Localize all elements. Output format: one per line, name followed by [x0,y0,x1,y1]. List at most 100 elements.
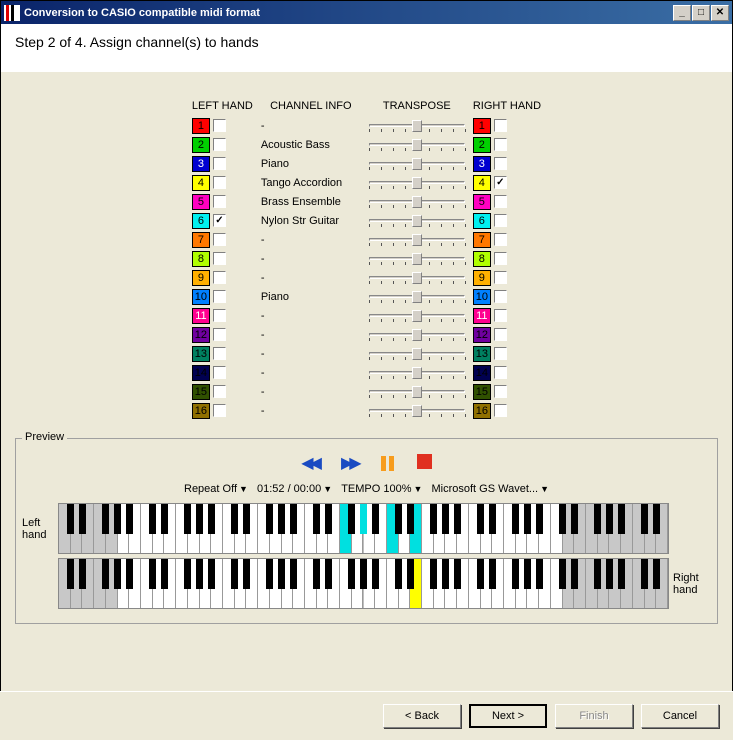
repeat-dropdown[interactable]: Repeat Off▼ [184,483,248,495]
transpose-slider[interactable] [369,290,465,304]
wizard-footer: < Back Next > Finish Cancel [0,691,733,740]
rewind-button[interactable]: ◀◀ [301,453,318,473]
right-hand-checkbox[interactable] [494,233,507,246]
channel-number: 16 [192,403,210,419]
right-hand-checkbox[interactable] [494,290,507,303]
channel-number: 14 [473,365,491,381]
left-hand-checkbox[interactable] [213,214,226,227]
right-hand-checkbox[interactable] [494,138,507,151]
back-button[interactable]: < Back [383,704,461,728]
left-hand-checkbox[interactable] [213,138,226,151]
channel-number: 8 [473,251,491,267]
channel-info-text: Piano [261,291,361,303]
channel-number: 14 [192,365,210,381]
transpose-slider[interactable] [369,252,465,266]
channel-number: 16 [473,403,491,419]
channel-info-text: - [261,120,361,132]
right-hand-checkbox[interactable] [494,309,507,322]
transpose-slider[interactable] [369,385,465,399]
left-hand-checkbox[interactable] [213,309,226,322]
channel-number: 1 [473,118,491,134]
tempo-dropdown[interactable]: TEMPO 100%▼ [341,483,422,495]
right-hand-checkbox[interactable] [494,214,507,227]
channel-number: 2 [192,137,210,153]
channel-info-text: - [261,310,361,322]
channel-number: 3 [192,156,210,172]
app-icon [4,5,20,21]
left-hand-checkbox[interactable] [213,366,226,379]
transpose-slider[interactable] [369,176,465,190]
right-hand-keyboard-label: Right hand [669,572,711,596]
transpose-slider[interactable] [369,271,465,285]
right-hand-checkbox[interactable] [494,404,507,417]
left-hand-checkbox[interactable] [213,347,226,360]
left-hand-checkbox[interactable] [213,233,226,246]
step-header: Step 2 of 4. Assign channel(s) to hands [1,24,732,72]
left-hand-checkbox[interactable] [213,385,226,398]
left-hand-checkbox[interactable] [213,404,226,417]
channel-number: 15 [473,384,491,400]
right-hand-checkbox[interactable] [494,119,507,132]
left-hand-checkbox[interactable] [213,252,226,265]
left-hand-keyboard[interactable] [58,503,669,554]
right-hand-checkbox[interactable] [494,366,507,379]
right-hand-checkbox[interactable] [494,252,507,265]
channel-number: 4 [473,175,491,191]
device-dropdown[interactable]: Microsoft GS Wavet...▼ [432,483,549,495]
pause-button[interactable] [381,456,394,471]
left-hand-keyboard-label: Left hand [22,517,58,541]
channel-number: 6 [473,213,491,229]
channel-number: 7 [192,232,210,248]
right-hand-checkbox[interactable] [494,271,507,284]
transpose-slider[interactable] [369,214,465,228]
channel-info-text: - [261,367,361,379]
left-hand-checkbox[interactable] [213,271,226,284]
channel-info-text: - [261,405,361,417]
transpose-slider[interactable] [369,347,465,361]
transpose-slider[interactable] [369,195,465,209]
close-button[interactable]: ✕ [711,5,729,21]
channel-info-text: - [261,386,361,398]
finish-button[interactable]: Finish [555,704,633,728]
channel-number: 7 [473,232,491,248]
left-hand-checkbox[interactable] [213,157,226,170]
transpose-slider[interactable] [369,328,465,342]
cancel-button[interactable]: Cancel [641,704,719,728]
fast-forward-button[interactable]: ▶▶ [341,453,358,473]
channel-number: 12 [192,327,210,343]
transpose-slider[interactable] [369,233,465,247]
right-hand-checkbox[interactable] [494,195,507,208]
stop-button[interactable] [417,454,432,472]
time-dropdown[interactable]: 01:52 / 00:00▼ [257,483,332,495]
transpose-slider[interactable] [369,366,465,380]
left-hand-checkbox[interactable] [213,119,226,132]
transpose-slider[interactable] [369,309,465,323]
right-hand-checkbox[interactable] [494,176,507,189]
channel-number: 12 [473,327,491,343]
channel-info-text: - [261,253,361,265]
channel-number: 11 [473,308,491,324]
left-hand-checkbox[interactable] [213,290,226,303]
channel-info-text: Acoustic Bass [261,139,361,151]
maximize-button[interactable]: □ [692,5,710,21]
right-hand-checkbox[interactable] [494,328,507,341]
left-hand-checkbox[interactable] [213,195,226,208]
right-hand-keyboard[interactable] [58,558,669,609]
transpose-slider[interactable] [369,157,465,171]
channel-number: 9 [473,270,491,286]
transpose-slider[interactable] [369,138,465,152]
left-hand-checkbox[interactable] [213,328,226,341]
transpose-slider[interactable] [369,404,465,418]
right-hand-checkbox[interactable] [494,347,507,360]
channel-number: 4 [192,175,210,191]
transport-controls: ◀◀ ▶▶ [22,453,711,473]
next-button[interactable]: Next > [469,704,547,728]
right-hand-checkbox[interactable] [494,385,507,398]
right-hand-checkbox[interactable] [494,157,507,170]
left-hand-checkbox[interactable] [213,176,226,189]
transpose-slider[interactable] [369,119,465,133]
channel-number: 13 [473,346,491,362]
channel-number: 15 [192,384,210,400]
minimize-button[interactable]: _ [673,5,691,21]
channel-number: 1 [192,118,210,134]
